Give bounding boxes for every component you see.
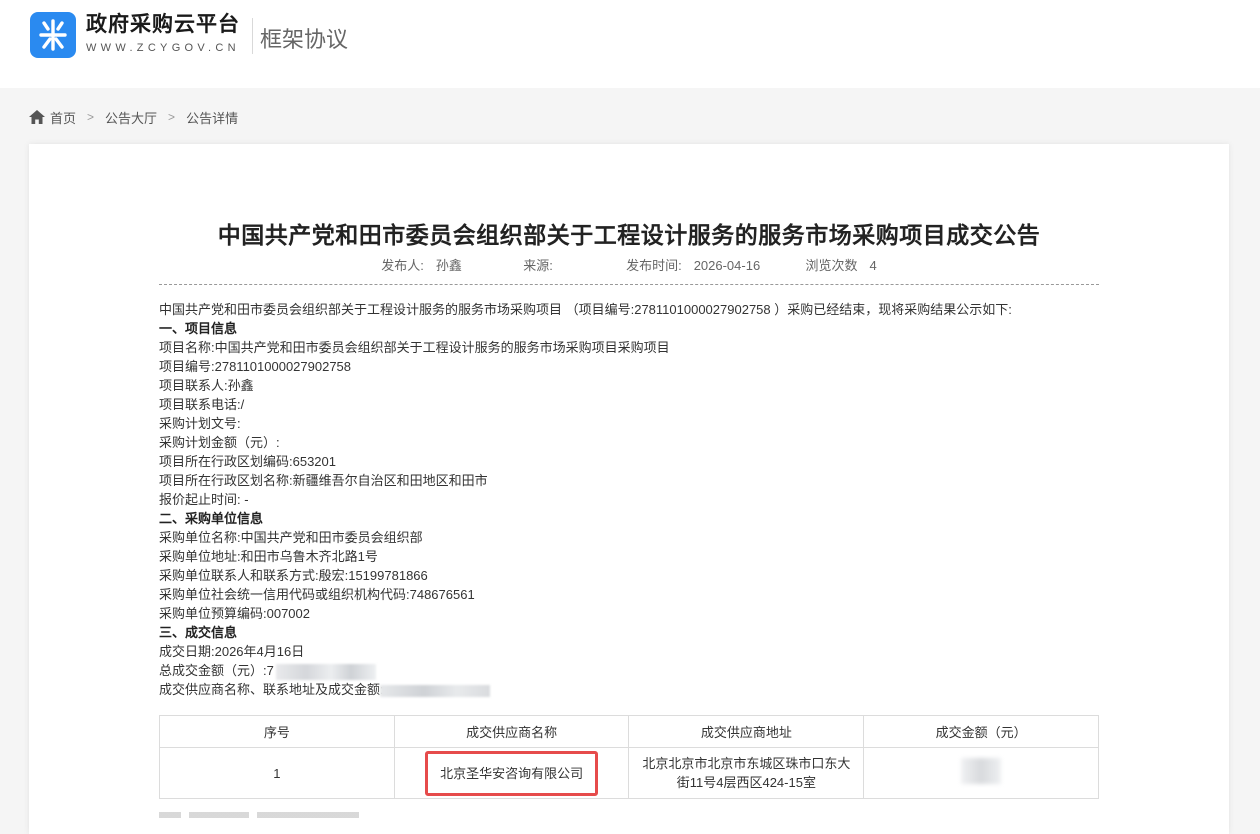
source-label: 来源:: [523, 258, 553, 273]
breadcrumb-hall[interactable]: 公告大厅: [105, 108, 157, 127]
buyer-name: 采购单位名称:中国共产党和田市委员会组织部: [159, 530, 423, 545]
buyer-credit-code: 采购单位社会统一信用代码或组织机构代码:748676561: [159, 587, 475, 602]
quote-time: 报价起止时间: -: [159, 492, 249, 507]
buyer-address: 采购单位地址:和田市乌鲁木齐北路1号: [159, 549, 378, 564]
col-header-no: 序号: [159, 715, 395, 748]
project-name: 项目名称:中国共产党和田市委员会组织部关于工程设计服务的服务市场采购项目采购项目: [159, 340, 670, 355]
result-table: 序号 成交供应商名称 成交供应商地址 成交金额（元） 1 北京圣华安咨询有限公司…: [159, 715, 1099, 799]
cell-amount: [863, 747, 1099, 799]
announcement-card: 中国共产党和田市委员会组织部关于工程设计服务的服务市场采购项目成交公告 发布人:…: [29, 144, 1229, 834]
breadcrumb-detail: 公告详情: [186, 110, 239, 126]
logo-subtitle: WWW.ZCYGOV.CN: [86, 42, 240, 54]
breadcrumb-home[interactable]: 首页: [50, 108, 76, 127]
total-amount-label: 总成交金额（元）:7: [159, 663, 274, 678]
section-deal-info: 三、成交信息: [159, 625, 238, 640]
article-meta: 发布人: 孙鑫 来源: 发布时间: 2026-04-16 浏览次数 4: [29, 255, 1229, 274]
redacted-amount: [275, 663, 376, 680]
cell-address: 北京北京市北京市东城区珠市口东大街11号4层西区424-15室: [628, 747, 865, 799]
deal-date: 成交日期:2026年4月16日: [159, 644, 305, 659]
breadcrumb: 首页 > 公告大厅 > 公告详情: [29, 107, 238, 127]
section-project-info: 一、项目信息: [159, 321, 238, 336]
col-header-amount: 成交金额（元）: [863, 715, 1099, 748]
home-icon: [29, 110, 45, 124]
redacted-amount: [961, 757, 1002, 784]
supplier-info-text: 成交供应商名称、联系地址及成交金额:: [159, 682, 384, 697]
region-name: 项目所在行政区划名称:新疆维吾尔自治区和田地区和田市: [159, 473, 488, 488]
header-divider: [252, 18, 253, 54]
chevron-right-icon: >: [168, 110, 176, 124]
col-header-name: 成交供应商名称: [393, 715, 630, 748]
buyer-budget-code: 采购单位预算编码:007002: [159, 606, 310, 621]
col-header-address: 成交供应商地址: [628, 715, 865, 748]
article-body: 中国共产党和田市委员会组织部关于工程设计服务的服务市场采购项目 （项目编号:27…: [159, 300, 1099, 699]
logo-title: 政府采购云平台: [86, 13, 240, 36]
publisher-label: 发布人:: [381, 258, 424, 273]
top-header: 政府采购云平台 WWW.ZCYGOV.CN 框架协议: [0, 0, 1260, 88]
supplier-info-label: 成交供应商名称、联系地址及成交金额:: [159, 680, 1099, 699]
plan-no: 采购计划文号:: [159, 416, 241, 431]
section-buyer-info: 二、采购单位信息: [159, 511, 264, 526]
table-header-row: 序号 成交供应商名称 成交供应商地址 成交金额（元）: [159, 715, 1099, 748]
views-value: 4: [869, 258, 877, 273]
project-phone: 项目联系电话:/: [159, 397, 245, 412]
total-amount: 总成交金额（元）:7: [159, 661, 1099, 680]
redacted-text: [379, 684, 490, 697]
buyer-contact: 采购单位联系人和联系方式:殷宏:15199781866: [159, 568, 428, 583]
chevron-right-icon: >: [87, 110, 95, 124]
time-value: 2026-04-16: [693, 258, 761, 273]
page-title: 中国共产党和田市委员会组织部关于工程设计服务的服务市场采购项目成交公告: [217, 222, 1041, 248]
plan-amount: 采购计划金额（元）:: [159, 435, 280, 450]
cell-address-text: 北京北京市北京市东城区珠市口东大街11号4层西区424-15室: [642, 756, 851, 790]
highlighted-supplier-name: 北京圣华安咨询有限公司: [425, 750, 599, 796]
cell-no: 1: [159, 747, 395, 799]
title-divider: [159, 284, 1099, 285]
table-row: 1 北京圣华安咨询有限公司 北京北京市北京市东城区珠市口东大街11号4层西区42…: [159, 747, 1099, 799]
views-label: 浏览次数: [805, 258, 858, 273]
cell-name: 北京圣华安咨询有限公司: [393, 747, 630, 799]
intro-text: 中国共产党和田市委员会组织部关于工程设计服务的服务市场采购项目 （项目编号:27…: [159, 302, 1012, 317]
time-label: 发布时间:: [626, 258, 682, 273]
logo-icon[interactable]: [30, 12, 76, 58]
publisher-value: 孙鑫: [435, 258, 462, 273]
region-code: 项目所在行政区划编码:653201: [159, 454, 336, 469]
project-no: 项目编号:2781101000027902758: [159, 359, 352, 374]
next-line-peek: [159, 812, 459, 818]
logo-text[interactable]: 政府采购云平台 WWW.ZCYGOV.CN: [86, 12, 240, 54]
section-title: 框架协议: [260, 27, 349, 52]
project-contact: 项目联系人:孙鑫: [159, 378, 254, 393]
